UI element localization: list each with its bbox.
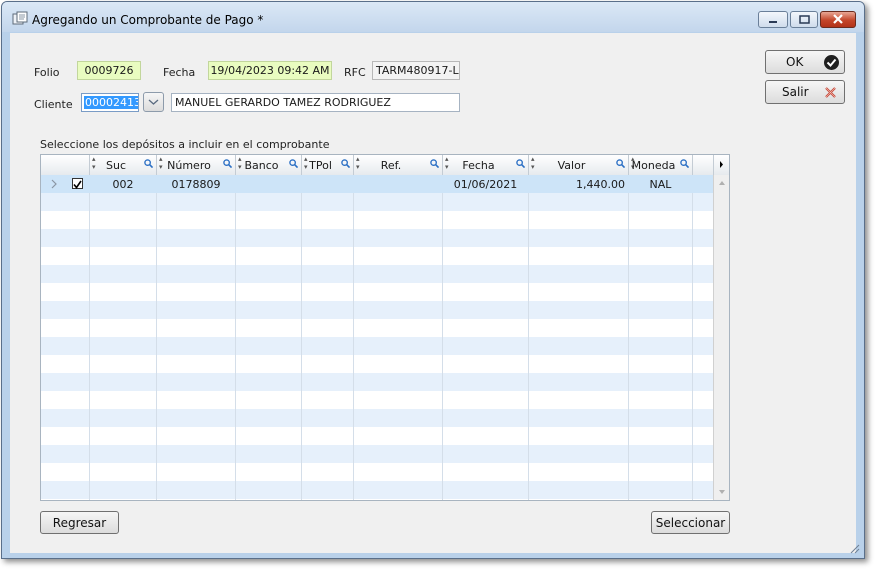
- table-row[interactable]: [41, 373, 713, 391]
- header-moneda[interactable]: ▴ ▾ Moneda: [629, 155, 693, 175]
- maximize-icon: [799, 15, 810, 24]
- cell-numero: 0178809: [171, 178, 221, 191]
- cliente-name-field[interactable]: MANUEL GERARDO TAMEZ RODRIGUEZ: [171, 93, 460, 112]
- salir-label: Salir: [782, 85, 809, 99]
- magnifier-icon[interactable]: [516, 159, 525, 168]
- table-row[interactable]: [41, 409, 713, 427]
- maximize-button[interactable]: [790, 11, 818, 28]
- seleccionar-label: Seleccionar: [655, 516, 726, 530]
- row-checkbox[interactable]: [72, 178, 83, 189]
- column-divider: [301, 175, 302, 500]
- header-spacer: [693, 155, 713, 175]
- window-title: Agregando un Comprobante de Pago *: [32, 13, 264, 27]
- table-row[interactable]: [41, 265, 713, 283]
- column-divider: [528, 175, 529, 500]
- cliente-code-selection: 00002413: [84, 96, 138, 109]
- magnifier-icon[interactable]: [680, 159, 689, 168]
- ok-button[interactable]: OK: [765, 50, 845, 74]
- header-ref[interactable]: ▴ ▾ Ref.: [354, 155, 443, 175]
- seleccionar-button[interactable]: Seleccionar: [651, 511, 730, 534]
- column-divider: [89, 175, 90, 500]
- cell-fecha: 01/06/2021: [453, 178, 518, 191]
- magnifier-icon[interactable]: [341, 159, 350, 168]
- header-valor[interactable]: ▴ ▾ Valor: [529, 155, 629, 175]
- header-ref-label: Ref.: [380, 159, 402, 172]
- minimize-button[interactable]: [758, 11, 788, 28]
- header-valor-label: Valor: [557, 159, 586, 172]
- folio-label: Folio: [34, 66, 60, 79]
- header-fecha-label: Fecha: [462, 159, 495, 172]
- minimize-icon: [769, 21, 777, 23]
- header-numero[interactable]: ▴ ▾ Número: [157, 155, 236, 175]
- table-row-selected[interactable]: 002 0178809 01/06/2021 1,440.00 NAL: [41, 175, 713, 193]
- magnifier-icon[interactable]: [430, 159, 439, 168]
- title-bar[interactable]: Agregando un Comprobante de Pago *: [2, 2, 864, 32]
- fecha-field[interactable]: 19/04/2023 09:42 AM: [208, 61, 332, 80]
- close-icon: [833, 14, 843, 24]
- cell-suc: 002: [112, 178, 134, 191]
- checkmark-icon: [73, 180, 82, 189]
- table-row[interactable]: [41, 229, 713, 247]
- column-divider: [235, 175, 236, 500]
- cliente-code-input[interactable]: 00002413: [81, 93, 139, 112]
- header-banco[interactable]: ▴ ▾ Banco: [236, 155, 302, 175]
- scroll-up-icon[interactable]: [714, 177, 730, 189]
- table-row[interactable]: [41, 445, 713, 463]
- grid-header: ▴ ▾ Suc ▴ ▾ Número ▴ ▾ Banco ▴ ▾ TPol ▴ …: [41, 155, 729, 176]
- header-moneda-label: Moneda: [631, 159, 676, 172]
- row-indicator-icon: [51, 179, 57, 189]
- column-divider: [692, 175, 693, 500]
- table-row[interactable]: [41, 481, 713, 499]
- header-suc-label: Suc: [105, 159, 126, 172]
- column-divider: [353, 175, 354, 500]
- vertical-scrollbar[interactable]: [713, 175, 730, 500]
- header-tpol-label: TPol: [309, 159, 332, 172]
- column-divider: [628, 175, 629, 500]
- close-x-icon: [825, 87, 836, 98]
- cell-moneda: NAL: [649, 178, 672, 191]
- fecha-label: Fecha: [163, 66, 196, 79]
- folio-field[interactable]: 0009726: [77, 61, 141, 80]
- regresar-button[interactable]: Regresar: [40, 511, 119, 534]
- dialog-content: Folio 0009726 Fecha 19/04/2023 09:42 AM …: [10, 33, 856, 553]
- header-scroll-right[interactable]: [713, 155, 729, 175]
- header-numero-label: Número: [167, 159, 211, 172]
- rfc-field[interactable]: TARM480917-LS7: [372, 61, 460, 80]
- magnifier-icon[interactable]: [616, 159, 625, 168]
- resize-grip-icon[interactable]: [848, 542, 860, 554]
- cliente-label: Cliente: [34, 98, 73, 111]
- arrow-right-icon: [720, 161, 723, 168]
- header-suc[interactable]: ▴ ▾ Suc: [90, 155, 157, 175]
- cell-valor: 1,440.00: [576, 178, 625, 191]
- deposits-grid[interactable]: ▴ ▾ Suc ▴ ▾ Número ▴ ▾ Banco ▴ ▾ TPol ▴ …: [40, 154, 730, 501]
- table-row[interactable]: [41, 337, 713, 355]
- document-icon: [12, 11, 28, 25]
- regresar-label: Regresar: [52, 516, 107, 530]
- salir-button[interactable]: Salir: [765, 80, 845, 104]
- check-circle-icon: [824, 55, 839, 70]
- scroll-down-icon[interactable]: [714, 486, 730, 498]
- ok-label: OK: [786, 55, 804, 69]
- table-row[interactable]: [41, 193, 713, 211]
- grid-caption: Seleccione los depósitos a incluir en el…: [40, 138, 330, 151]
- rfc-label: RFC: [344, 66, 366, 79]
- table-row[interactable]: [41, 301, 713, 319]
- chevron-down-icon: [148, 99, 159, 105]
- header-fecha[interactable]: ▴ ▾ Fecha: [443, 155, 529, 175]
- magnifier-icon[interactable]: [144, 159, 153, 168]
- header-select-column[interactable]: [41, 155, 90, 175]
- close-button[interactable]: [820, 11, 856, 28]
- header-tpol[interactable]: ▴ ▾ TPol: [302, 155, 354, 175]
- magnifier-icon[interactable]: [289, 159, 298, 168]
- magnifier-icon[interactable]: [223, 159, 232, 168]
- cliente-dropdown-button[interactable]: [143, 92, 164, 112]
- column-divider: [442, 175, 443, 500]
- column-divider: [156, 175, 157, 500]
- dialog-window: Agregando un Comprobante de Pago * Folio…: [1, 1, 865, 559]
- header-banco-label: Banco: [244, 159, 279, 172]
